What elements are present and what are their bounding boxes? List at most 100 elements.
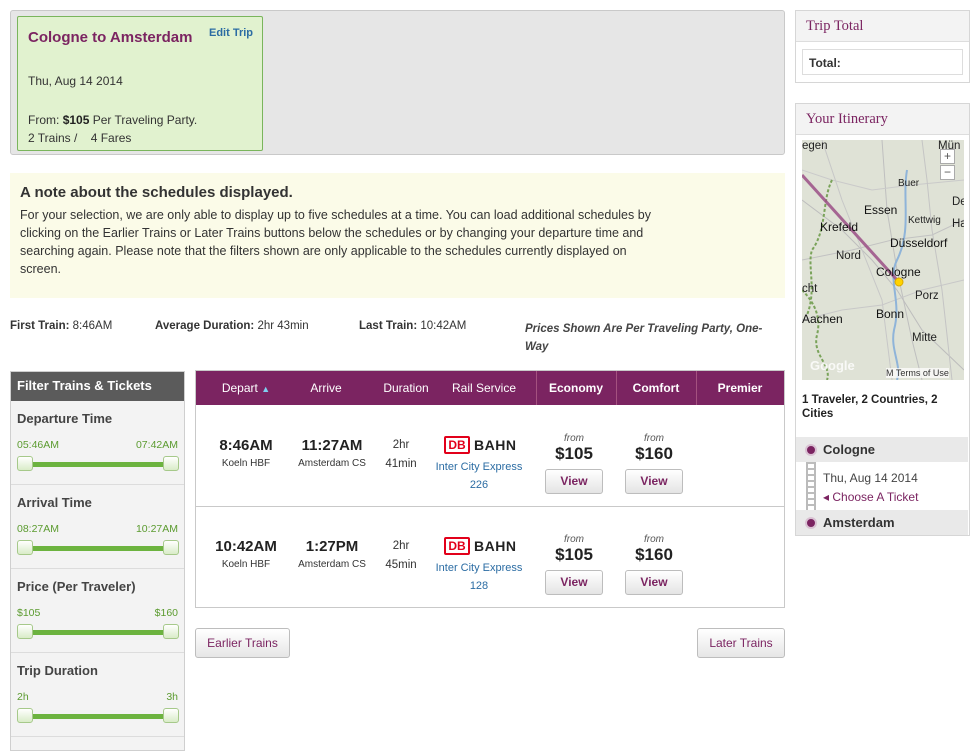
comfort-price: $160 xyxy=(635,444,673,463)
map-label: Porz xyxy=(915,290,939,302)
results-table: Depart ▲ Arrive Duration Rail Service Ec… xyxy=(195,370,785,608)
map-label: Kettwig xyxy=(908,215,941,226)
map-label: egen xyxy=(802,140,828,152)
results-header: Depart ▲ Arrive Duration Rail Service Ec… xyxy=(196,371,784,405)
economy-fare: from $105 xyxy=(544,534,604,565)
total-label: Total: xyxy=(809,56,841,70)
filter-title: Arrival Time xyxy=(17,495,92,510)
filter-range-track[interactable] xyxy=(23,714,173,719)
filter-departure-time: Departure Time 05:46AM 07:42AM xyxy=(11,401,184,485)
edit-trip-link[interactable]: Edit Trip xyxy=(209,27,253,39)
rail-service-link[interactable]: Inter City Express 128 xyxy=(428,559,530,595)
th-depart[interactable]: Depart ▲ xyxy=(196,381,296,395)
itinerary-map[interactable]: egen Mün Buer Kettwig Nord De Ha Porz Mi… xyxy=(802,140,964,380)
service-name[interactable]: Inter City Express xyxy=(428,458,530,476)
filter-arrival-time: Arrival Time 08:27AM 10:27AM xyxy=(11,485,184,569)
trip-total-box: Trip Total Total: xyxy=(795,10,970,83)
depart-cell: 8:46AM Koeln HBF xyxy=(206,437,286,469)
note-title: A note about the schedules displayed. xyxy=(20,184,293,201)
economy-view-button[interactable]: View xyxy=(545,570,603,595)
map-terms-link[interactable]: M Terms of Use xyxy=(886,368,949,378)
first-train-value: 8:46AM xyxy=(72,320,113,332)
last-train-label: Last Train: xyxy=(359,320,418,332)
from-prefix: From: xyxy=(28,113,60,127)
range-max-handle[interactable] xyxy=(163,708,179,723)
trip-total-row: Total: xyxy=(802,49,963,75)
rail-service-link[interactable]: Inter City Express 226 xyxy=(428,458,530,494)
trip-header-panel: Cologne to Amsterdam Edit Trip Thu, Aug … xyxy=(10,10,785,155)
rail-track-icon xyxy=(806,462,816,510)
economy-fare: from $105 xyxy=(544,433,604,464)
comfort-fare: from $160 xyxy=(624,534,684,565)
filter-range-track[interactable] xyxy=(23,630,173,635)
duration-hours: 2hr xyxy=(392,439,410,451)
th-comfort[interactable]: Comfort xyxy=(616,381,696,395)
earlier-trains-button[interactable]: Earlier Trains xyxy=(195,628,290,658)
map-city-label: Bonn xyxy=(876,307,905,321)
comfort-from-label: from xyxy=(644,433,664,444)
map-label: Mitte xyxy=(912,332,937,344)
comfort-from-label: from xyxy=(644,534,664,545)
filter-heading: Filter Trains & Tickets xyxy=(11,372,184,401)
trip-route-title: Cologne to Amsterdam xyxy=(28,29,193,46)
range-max-handle[interactable] xyxy=(163,540,179,555)
filter-title: Price (Per Traveler) xyxy=(17,579,136,594)
economy-price: $105 xyxy=(555,545,593,564)
filter-title: Departure Time xyxy=(17,411,113,426)
filter-max-value: 07:42AM xyxy=(135,439,178,451)
filter-range-track[interactable] xyxy=(23,462,173,467)
zoom-in-button[interactable]: + xyxy=(940,149,955,164)
filter-price: Price (Per Traveler) $105 $160 xyxy=(11,569,184,653)
range-min-handle[interactable] xyxy=(17,708,33,723)
comfort-view-button[interactable]: View xyxy=(625,570,683,595)
choose-ticket-link[interactable]: ◂ Choose A Ticket xyxy=(823,490,918,504)
average-duration-label: Average Duration: xyxy=(155,320,255,332)
from-suffix: Per Traveling Party. xyxy=(92,113,198,127)
range-min-handle[interactable] xyxy=(17,456,33,471)
map-city-label: Düsseldorf xyxy=(890,236,948,250)
comfort-view-button[interactable]: View xyxy=(625,469,683,494)
duration-cell: 2hr 45min xyxy=(376,537,426,575)
map-city-label: Cologne xyxy=(876,265,921,279)
filter-trip-duration: Trip Duration 2h 3h xyxy=(11,653,184,737)
depart-time: 8:46AM xyxy=(219,437,273,454)
depart-station: Koeln HBF xyxy=(221,559,271,570)
later-trains-button[interactable]: Later Trains xyxy=(697,628,785,658)
itinerary-box: Your Itinerary egen Mün Buer Kettwig Nor… xyxy=(795,103,970,536)
th-premier[interactable]: Premier xyxy=(696,381,784,395)
prices-note: Prices Shown Are Per Traveling Party, On… xyxy=(525,323,763,353)
comfort-price: $160 xyxy=(635,545,673,564)
filter-max-value: 10:27AM xyxy=(135,523,178,535)
range-max-handle[interactable] xyxy=(163,624,179,639)
trip-summary-card: Cologne to Amsterdam Edit Trip Thu, Aug … xyxy=(17,16,263,151)
th-rail-service[interactable]: Rail Service xyxy=(444,381,524,395)
th-arrive[interactable]: Arrive xyxy=(286,381,366,395)
filter-min-value: 05:46AM xyxy=(17,439,60,451)
average-duration-value: 2hr 43min xyxy=(257,320,309,332)
filter-range-track[interactable] xyxy=(23,546,173,551)
map-label: Buer xyxy=(898,178,920,189)
th-duration[interactable]: Duration xyxy=(366,381,446,395)
map-city-label: Krefeld xyxy=(820,220,859,234)
db-logo-icon: DB xyxy=(444,436,470,454)
economy-view-button[interactable]: View xyxy=(545,469,603,494)
service-name[interactable]: Inter City Express xyxy=(428,559,530,577)
arrive-cell: 11:27AM Amsterdam CS xyxy=(288,437,376,469)
trip-counts: 2 Trains / 4 Fares xyxy=(28,131,132,145)
service-number[interactable]: 226 xyxy=(428,476,530,494)
note-body: For your selection, we are only able to … xyxy=(20,208,651,276)
depart-time: 10:42AM xyxy=(215,538,277,555)
comfort-fare: from $160 xyxy=(624,433,684,464)
economy-from-label: from xyxy=(564,433,584,444)
sort-ascending-icon: ▲ xyxy=(261,384,271,394)
filter-title: Trip Duration xyxy=(17,663,98,678)
trip-total-title: Trip Total xyxy=(796,11,969,42)
table-row: 10:42AM Koeln HBF 1:27PM Amsterdam CS 2h… xyxy=(196,507,784,608)
range-min-handle[interactable] xyxy=(17,624,33,639)
th-economy[interactable]: Economy xyxy=(536,381,616,395)
zoom-out-button[interactable]: − xyxy=(940,165,955,180)
range-max-handle[interactable] xyxy=(163,456,179,471)
service-number[interactable]: 128 xyxy=(428,577,530,595)
range-min-handle[interactable] xyxy=(17,540,33,555)
duration-minutes: 45min xyxy=(385,559,417,571)
